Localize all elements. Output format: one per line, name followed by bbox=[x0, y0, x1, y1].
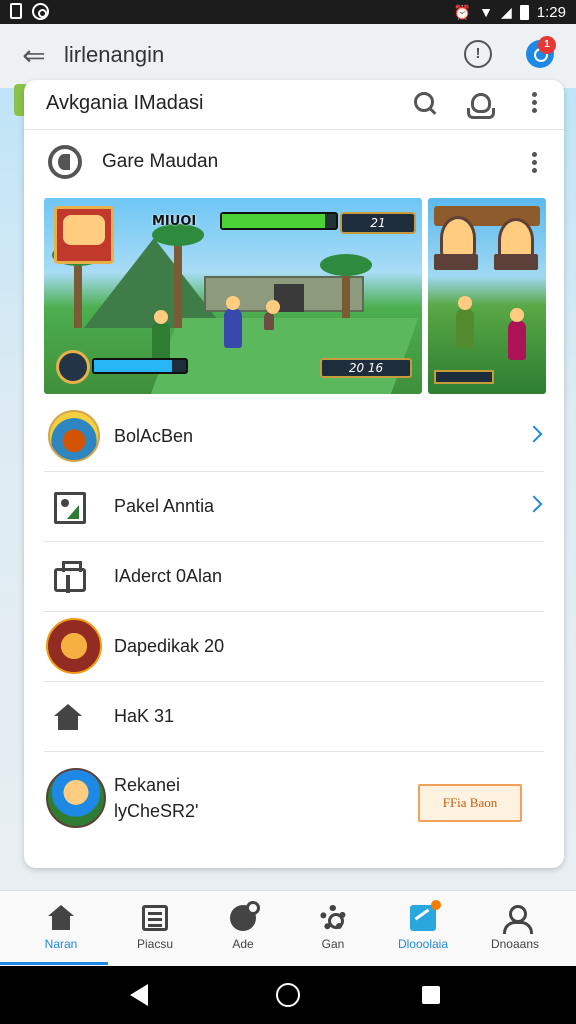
screenshot-palm-tree bbox=[152, 224, 204, 328]
nav-item-home[interactable]: Naran bbox=[16, 891, 106, 967]
share-icon[interactable] bbox=[464, 90, 495, 120]
hud-health-fill bbox=[222, 214, 325, 228]
status-time: 1:29 bbox=[536, 3, 566, 21]
side-screenshot-hero bbox=[508, 308, 526, 360]
system-home-icon[interactable] bbox=[276, 983, 300, 1007]
battery-icon bbox=[519, 4, 529, 20]
notification-box-icon bbox=[10, 3, 22, 19]
nav-item-profile[interactable]: Dnoaans bbox=[470, 891, 560, 967]
nav-item-map[interactable]: Dlooolaia bbox=[378, 891, 468, 967]
list-item[interactable]: BolAcBen bbox=[44, 402, 544, 472]
signal-icon: ◢ bbox=[501, 4, 512, 20]
nav-item-chat[interactable]: Ade bbox=[198, 891, 288, 967]
app-title: lirlenangin bbox=[64, 42, 165, 67]
hud-score-bottom: 20 16 bbox=[320, 358, 412, 378]
list-item[interactable]: HaK 31 bbox=[44, 682, 544, 752]
nav-label: Dlooolaia bbox=[397, 937, 449, 951]
status-bar-left bbox=[10, 3, 49, 20]
nav-label: Gan bbox=[321, 937, 345, 951]
card-subtitle: Gare Maudan bbox=[102, 151, 219, 172]
list-item[interactable]: IAderct 0Alan bbox=[44, 542, 544, 612]
nav-active-indicator bbox=[0, 962, 108, 965]
screenshot-character bbox=[224, 296, 242, 348]
search-icon[interactable] bbox=[412, 90, 440, 118]
notification-badge: 1 bbox=[538, 36, 556, 54]
hud-energy-bar bbox=[92, 358, 188, 374]
map-icon bbox=[410, 900, 441, 931]
player-avatar bbox=[46, 768, 106, 828]
system-navigation-bar bbox=[0, 966, 576, 1024]
settings-icon bbox=[320, 905, 346, 931]
player-action-button[interactable]: FFia Baon bbox=[418, 784, 522, 822]
hud-ability-ring bbox=[56, 350, 90, 384]
nav-label: Dnoaans bbox=[490, 937, 540, 951]
more-vert-icon[interactable] bbox=[530, 92, 538, 116]
list-item-label: BolAcBen bbox=[114, 426, 194, 446]
card-title: Avkgania IMadasi bbox=[46, 92, 204, 114]
nav-label: Ade bbox=[232, 937, 254, 951]
game-screenshot-main[interactable]: MIUOI 21 20 16 bbox=[44, 198, 422, 394]
game-card: Avkgania IMadasi Gare Maudan MIUOI 21 20… bbox=[24, 80, 564, 868]
app-bar: ⇐ lirlenangin ! 1 bbox=[0, 24, 576, 88]
list-item-label: HaK 31 bbox=[114, 706, 175, 726]
hud-health-bar bbox=[220, 212, 338, 230]
game-controller-icon bbox=[48, 145, 82, 179]
status-bar: ⏰ ▼ ◢ 1:29 bbox=[0, 0, 576, 24]
list-item-label: Dapedikak 20 bbox=[114, 636, 225, 656]
document-icon bbox=[142, 905, 168, 931]
player-name: Rekanei lyCheSR2' bbox=[114, 772, 198, 824]
info-icon[interactable]: ! bbox=[464, 40, 492, 68]
player-name-line1: Rekanei bbox=[114, 775, 181, 795]
game-badge-thumbnail bbox=[46, 618, 102, 674]
chat-icon bbox=[230, 901, 260, 931]
screenshot-ground bbox=[149, 318, 419, 394]
screenshot-character bbox=[264, 300, 280, 330]
list-item-label: Pakel Anntia bbox=[114, 496, 215, 516]
chevron-right-icon bbox=[525, 495, 543, 513]
hud-player-name: MIUOI bbox=[152, 214, 197, 229]
side-screenshot-label bbox=[494, 254, 538, 270]
player-name-line2: lyCheSR2' bbox=[114, 801, 199, 821]
list-item[interactable]: Dapedikak 20 bbox=[44, 612, 544, 682]
list-item-label: IAderct 0Alan bbox=[114, 566, 223, 586]
card-subheader: Gare Maudan bbox=[24, 132, 564, 190]
side-screenshot-hud bbox=[434, 370, 494, 384]
list-item[interactable]: Pakel Anntia bbox=[44, 472, 544, 542]
game-screenshot-side[interactable] bbox=[428, 198, 546, 394]
status-bar-right: ⏰ ▼ ◢ 1:29 bbox=[454, 3, 566, 21]
screenshot-character bbox=[152, 310, 170, 362]
system-recents-icon[interactable] bbox=[422, 986, 440, 1004]
nav-item-settings[interactable]: Gan bbox=[288, 891, 378, 967]
hud-score-top: 21 bbox=[340, 212, 416, 234]
alarm-icon: ⏰ bbox=[453, 4, 472, 20]
person-icon bbox=[502, 905, 533, 934]
system-back-icon[interactable] bbox=[130, 984, 148, 1006]
nav-item-docs[interactable]: Piacsu bbox=[110, 891, 200, 967]
list-item-player[interactable]: Rekanei lyCheSR2' FFia Baon bbox=[44, 752, 544, 862]
game-options-list: BolAcBen Pakel Anntia IAderct 0Alan Dape… bbox=[44, 402, 544, 862]
sync-icon bbox=[32, 3, 49, 20]
hud-portrait bbox=[54, 206, 114, 264]
chevron-right-icon bbox=[525, 425, 543, 443]
photo-icon bbox=[54, 492, 86, 524]
nav-label: Piacsu bbox=[136, 937, 174, 951]
building-icon bbox=[54, 561, 86, 593]
side-screenshot-hero bbox=[456, 296, 474, 348]
home-icon bbox=[48, 905, 74, 931]
subheader-more-vert-icon[interactable] bbox=[530, 152, 538, 176]
wifi-icon: ▼ bbox=[479, 4, 494, 20]
side-screenshot-label bbox=[434, 254, 478, 270]
nav-label: Naran bbox=[44, 937, 78, 951]
screenshot-palm-tree bbox=[52, 244, 104, 328]
back-arrow-icon[interactable]: ⇐ bbox=[14, 38, 54, 74]
screenshot-palm-tree bbox=[320, 254, 372, 318]
hud-energy-fill bbox=[94, 360, 173, 372]
home-icon bbox=[54, 704, 82, 730]
card-header: Avkgania IMadasi bbox=[24, 80, 564, 130]
game-thumbnail bbox=[48, 410, 100, 462]
bottom-navigation: Naran Piacsu Ade Gan Dlooolaia Dnoaans bbox=[0, 890, 576, 966]
